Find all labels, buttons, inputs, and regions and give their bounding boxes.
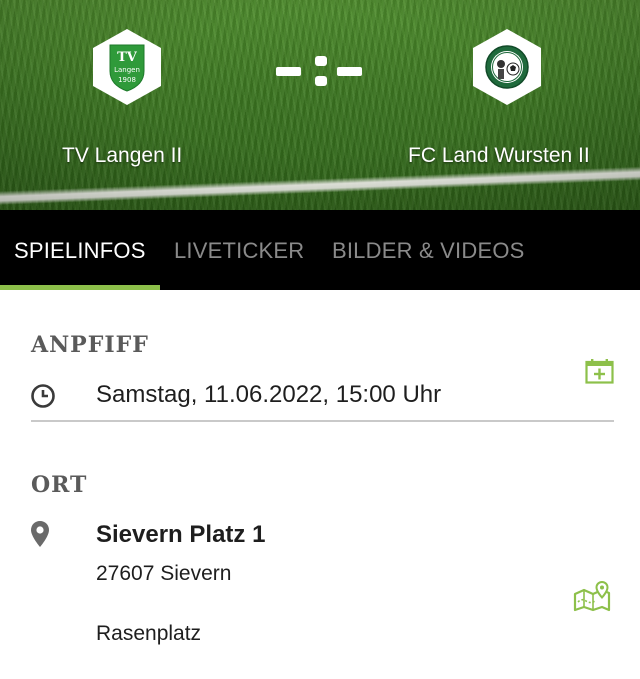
tab-spielinfos[interactable]: SPIELINFOS bbox=[14, 238, 146, 264]
home-team-logo[interactable]: TV Langen 1908 bbox=[90, 27, 164, 107]
tab-liveticker[interactable]: LIVETICKER bbox=[174, 238, 304, 264]
home-team-name[interactable]: TV Langen II bbox=[62, 144, 182, 168]
venue-name: Sievern Platz 1 bbox=[96, 521, 266, 548]
tab-bilder-videos[interactable]: BILDER & VIDEOS bbox=[332, 238, 525, 264]
svg-text:TV: TV bbox=[117, 50, 138, 65]
location-heading: ORT bbox=[31, 472, 88, 498]
svg-text:1908: 1908 bbox=[118, 76, 136, 84]
kickoff-heading: ANPFIFF bbox=[31, 332, 149, 358]
away-team-logo[interactable] bbox=[470, 27, 544, 107]
section-divider bbox=[31, 420, 614, 422]
map-pin-icon bbox=[30, 520, 50, 553]
map-route-icon[interactable] bbox=[573, 580, 611, 617]
match-header: TV Langen 1908 TV Langen II FC Land Wurs… bbox=[0, 0, 640, 210]
calendar-add-icon[interactable] bbox=[585, 358, 614, 389]
clock-icon bbox=[30, 383, 56, 414]
score-placeholder bbox=[276, 56, 366, 88]
active-tab-indicator bbox=[0, 285, 160, 290]
kickoff-datetime: Samstag, 11.06.2022, 15:00 Uhr bbox=[96, 381, 442, 408]
venue-surface: Rasenplatz bbox=[96, 622, 202, 645]
svg-text:Langen: Langen bbox=[114, 66, 140, 74]
away-team-name[interactable]: FC Land Wursten II bbox=[408, 144, 590, 168]
tab-bar: SPIELINFOS LIVETICKER BILDER & VIDEOS bbox=[0, 210, 640, 290]
venue-address: 27607 Sievern bbox=[96, 562, 232, 585]
